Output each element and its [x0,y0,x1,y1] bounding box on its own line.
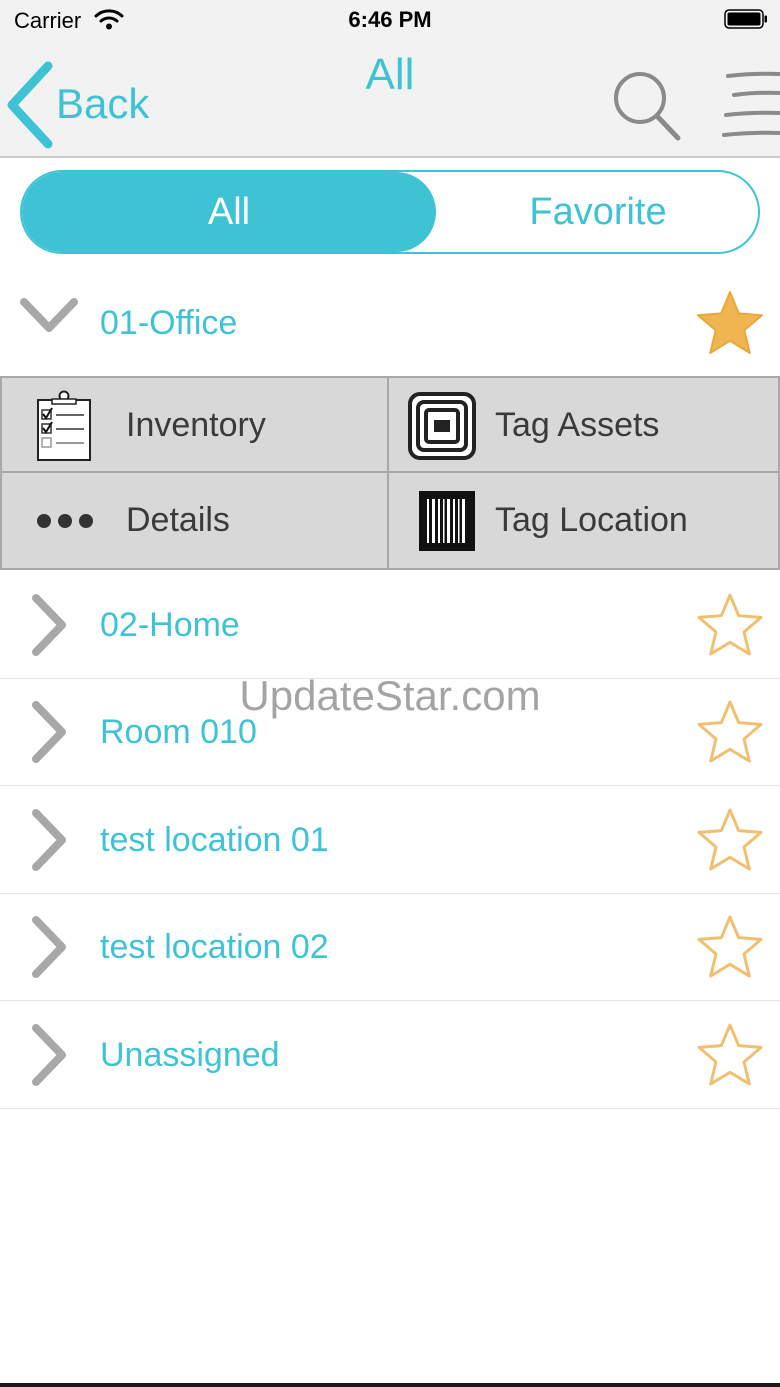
more-dots-icon [37,514,93,528]
segment-favorite[interactable]: Favorite [436,172,758,252]
status-time: 6:46 PM [348,7,432,32]
rfid-tag-icon [408,392,476,460]
chevron-right-icon [32,594,66,656]
segment-all[interactable]: All [22,172,436,252]
star-icon[interactable] [694,697,766,769]
location-label: Room 010 [100,713,257,751]
chevron-right-icon [32,701,66,763]
menu-icon[interactable] [718,68,780,144]
tag-assets-label: Tag Assets [495,406,660,444]
location-label: 01-Office [100,304,238,342]
location-row[interactable]: test location 01 [0,787,780,894]
star-icon[interactable] [694,1020,766,1092]
barcode-icon [419,491,475,551]
location-row-01-office[interactable]: 01-Office [0,270,780,376]
star-icon[interactable] [694,288,766,360]
clipboard-checklist-icon [37,390,91,461]
chevron-down-icon [20,298,78,332]
location-label: Unassigned [100,1036,280,1074]
chevron-right-icon [32,809,66,871]
chevron-right-icon [32,916,66,978]
inventory-button[interactable]: Inventory [2,378,389,473]
search-icon[interactable] [608,68,684,144]
status-bar: Carrier 6:46 PM [0,0,780,40]
battery-icon [724,9,767,29]
location-label: 02-Home [100,606,240,644]
location-actions-grid: Inventory Tag Assets Details Tag Locatio… [0,376,780,570]
filter-segmented-control: All Favorite [20,170,760,254]
bottom-edge [0,1383,780,1387]
location-row[interactable]: Unassigned [0,1002,780,1109]
star-icon[interactable] [694,805,766,877]
row-separator [0,785,780,786]
location-label: test location 02 [100,928,329,966]
star-icon[interactable] [694,590,766,662]
tag-assets-button[interactable]: Tag Assets [389,378,778,473]
nav-bar: Back All [0,40,780,158]
tag-location-button[interactable]: Tag Location [389,473,778,568]
row-separator [0,1108,780,1109]
star-icon[interactable] [694,912,766,984]
location-row[interactable]: Room 010 [0,679,780,786]
location-label: test location 01 [100,821,329,859]
details-label: Details [126,501,230,539]
row-separator [0,1000,780,1001]
location-row[interactable]: test location 02 [0,894,780,1001]
chevron-right-icon [32,1024,66,1086]
location-row[interactable]: 02-Home [0,572,780,679]
inventory-label: Inventory [126,406,266,444]
tag-location-label: Tag Location [495,501,688,539]
details-button[interactable]: Details [2,473,389,568]
